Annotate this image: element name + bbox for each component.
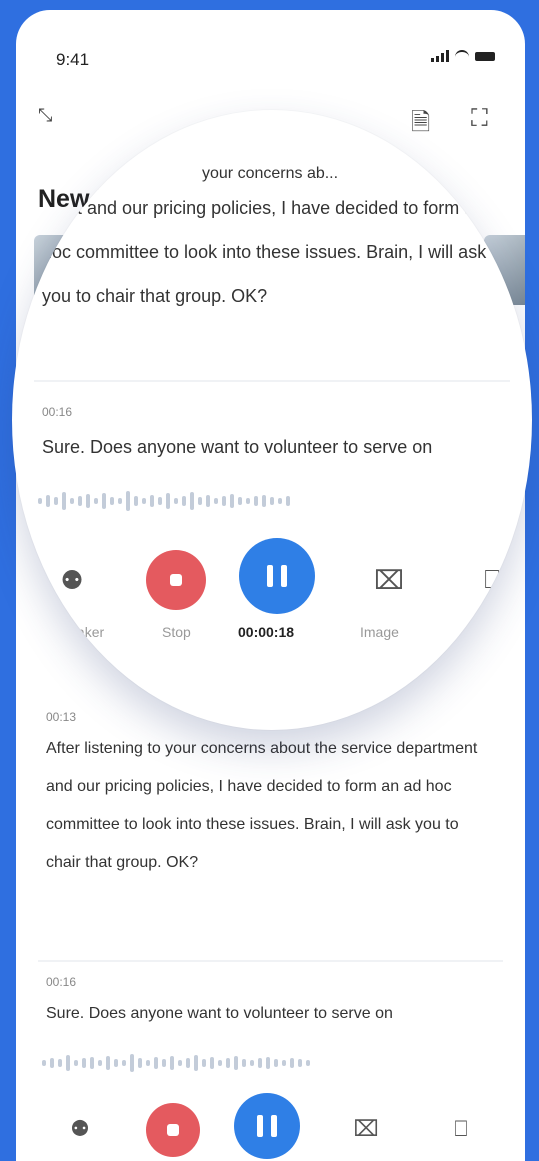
edit-icon[interactable]: 🗎 bbox=[411, 105, 430, 146]
stop-button[interactable] bbox=[146, 1103, 200, 1157]
speaker-label: Speaker bbox=[52, 624, 105, 640]
magnified-segment: 00:16 Sure. Does anyone want to voluntee… bbox=[42, 405, 512, 469]
mark-button[interactable]: ⎕ bbox=[441, 1109, 481, 1149]
wifi-icon bbox=[455, 50, 469, 62]
speaker-button[interactable]: ⚉ bbox=[60, 1109, 100, 1149]
stop-button[interactable] bbox=[146, 550, 206, 610]
mark-label: Mark bbox=[468, 624, 500, 640]
mark-button[interactable]: ⎕ bbox=[470, 558, 514, 602]
pause-button[interactable] bbox=[239, 538, 315, 614]
image-button[interactable]: ⌧ bbox=[346, 1109, 386, 1149]
transcript-segment: 00:16 Sure. Does anyone want to voluntee… bbox=[46, 975, 485, 1033]
magnifier-lens: your concerns ab... ...ent and our prici… bbox=[12, 110, 532, 730]
recording-timer: 00:00:18 bbox=[238, 624, 295, 640]
speaker-button[interactable]: ⚉ bbox=[50, 558, 94, 602]
segment-text: After listening to your concerns about t… bbox=[46, 740, 478, 871]
fullscreen-icon[interactable]: ⛶ bbox=[471, 105, 488, 133]
bottom-controls: ⚉ ⌧ ⎕ bbox=[16, 1093, 525, 1161]
segment-timestamp: 00:16 bbox=[42, 405, 73, 419]
magnified-text: Sure. Does anyone want to volunteer to s… bbox=[42, 437, 433, 457]
audio-waveform bbox=[16, 1052, 525, 1074]
divider bbox=[38, 960, 503, 962]
collapse-icon[interactable]: ⤡ bbox=[38, 105, 52, 126]
battery-icon bbox=[475, 51, 495, 61]
transcript-segment: 00:13 After listening to your concerns a… bbox=[46, 710, 485, 882]
audio-waveform bbox=[12, 490, 532, 512]
magnified-segment: ...ent and our pricing policies, I have … bbox=[42, 180, 512, 318]
image-label: Image bbox=[360, 624, 399, 640]
pause-button[interactable] bbox=[234, 1093, 300, 1159]
magnified-text: ...ent and our pricing policies, I have … bbox=[42, 198, 510, 306]
signal-icon bbox=[431, 50, 449, 62]
divider bbox=[34, 380, 510, 382]
image-button[interactable]: ⌧ bbox=[367, 558, 411, 602]
status-time: 9:41 bbox=[56, 50, 90, 69]
segment-timestamp: 00:16 bbox=[46, 975, 77, 989]
status-icons bbox=[431, 50, 495, 62]
segment-text: Sure. Does anyone want to volunteer to s… bbox=[46, 1005, 393, 1022]
stop-label: Stop bbox=[162, 624, 191, 640]
